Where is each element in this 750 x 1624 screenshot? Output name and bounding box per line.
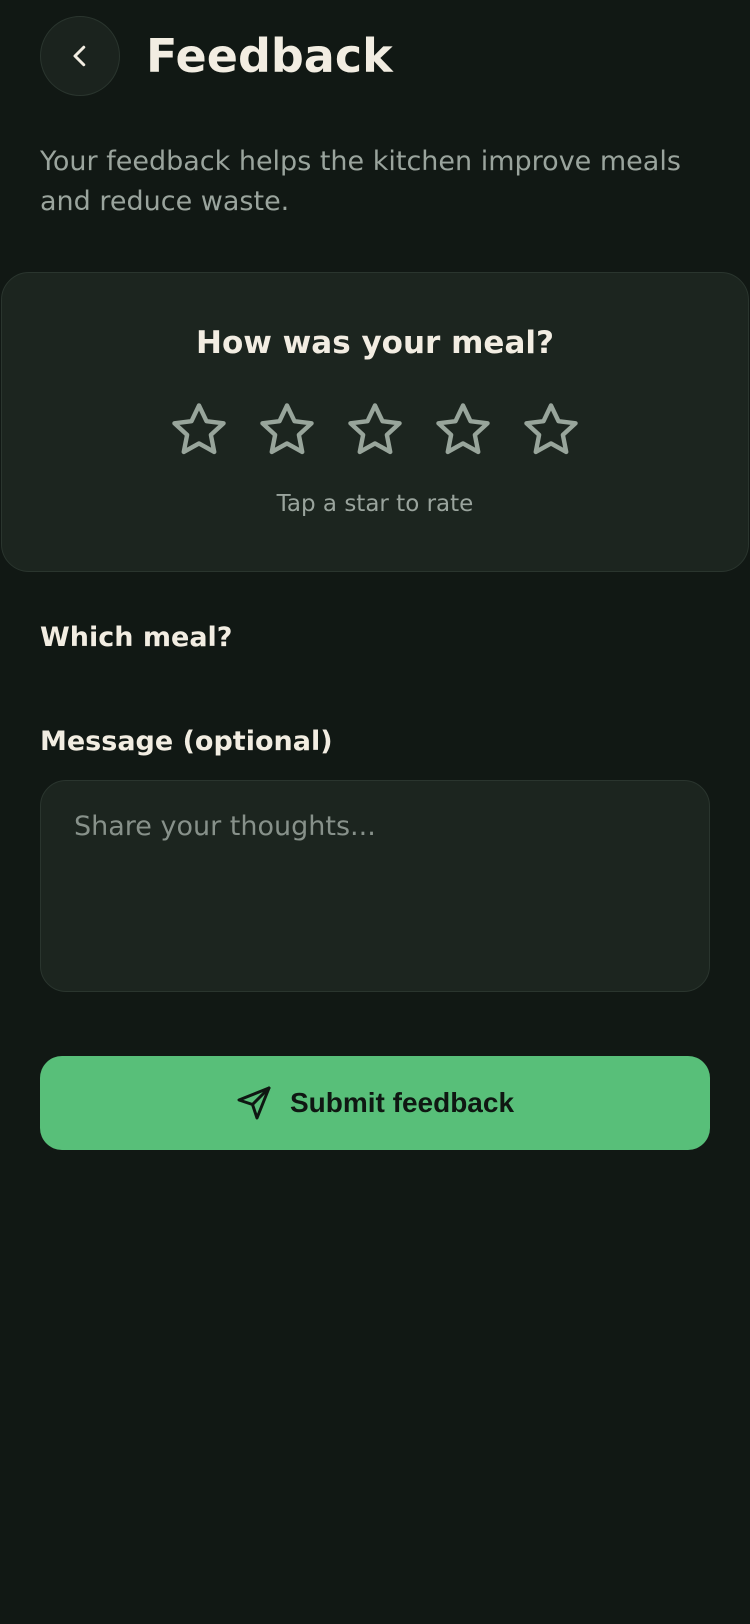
star-2-button[interactable] [256,399,318,461]
star-outline-icon [436,403,490,455]
back-button[interactable] [40,16,120,96]
chevron-left-icon [73,45,86,67]
star-3-button[interactable] [344,399,406,461]
meal-label: Which meal? [40,622,233,653]
star-outline-icon [260,403,314,455]
rating-card: How was your meal? Tap a star to rate [1,272,749,572]
rating-hint: Tap a star to rate [276,491,474,517]
submit-label: Submit feedback [289,1087,515,1118]
intro-text: Your feedback helps the kitchen improve … [40,146,681,217]
star-4-button[interactable] [432,399,494,461]
star-outline-icon [348,403,402,455]
message-label: Message (optional) [40,726,333,757]
feedback-screen: Feedback Your feedback helps the kitchen… [0,0,750,1624]
rating-question: How was your meal? [196,325,554,361]
message-input[interactable] [40,780,710,992]
star-outline-icon [172,403,226,455]
page-title: Feedback [146,29,393,83]
star-rating [2,399,748,461]
star-5-button[interactable] [520,399,582,461]
send-icon [237,1086,271,1120]
header: Feedback [40,16,393,96]
star-outline-icon [524,403,578,455]
star-1-button[interactable] [168,399,230,461]
submit-feedback-button[interactable]: Submit feedback [40,1056,710,1150]
